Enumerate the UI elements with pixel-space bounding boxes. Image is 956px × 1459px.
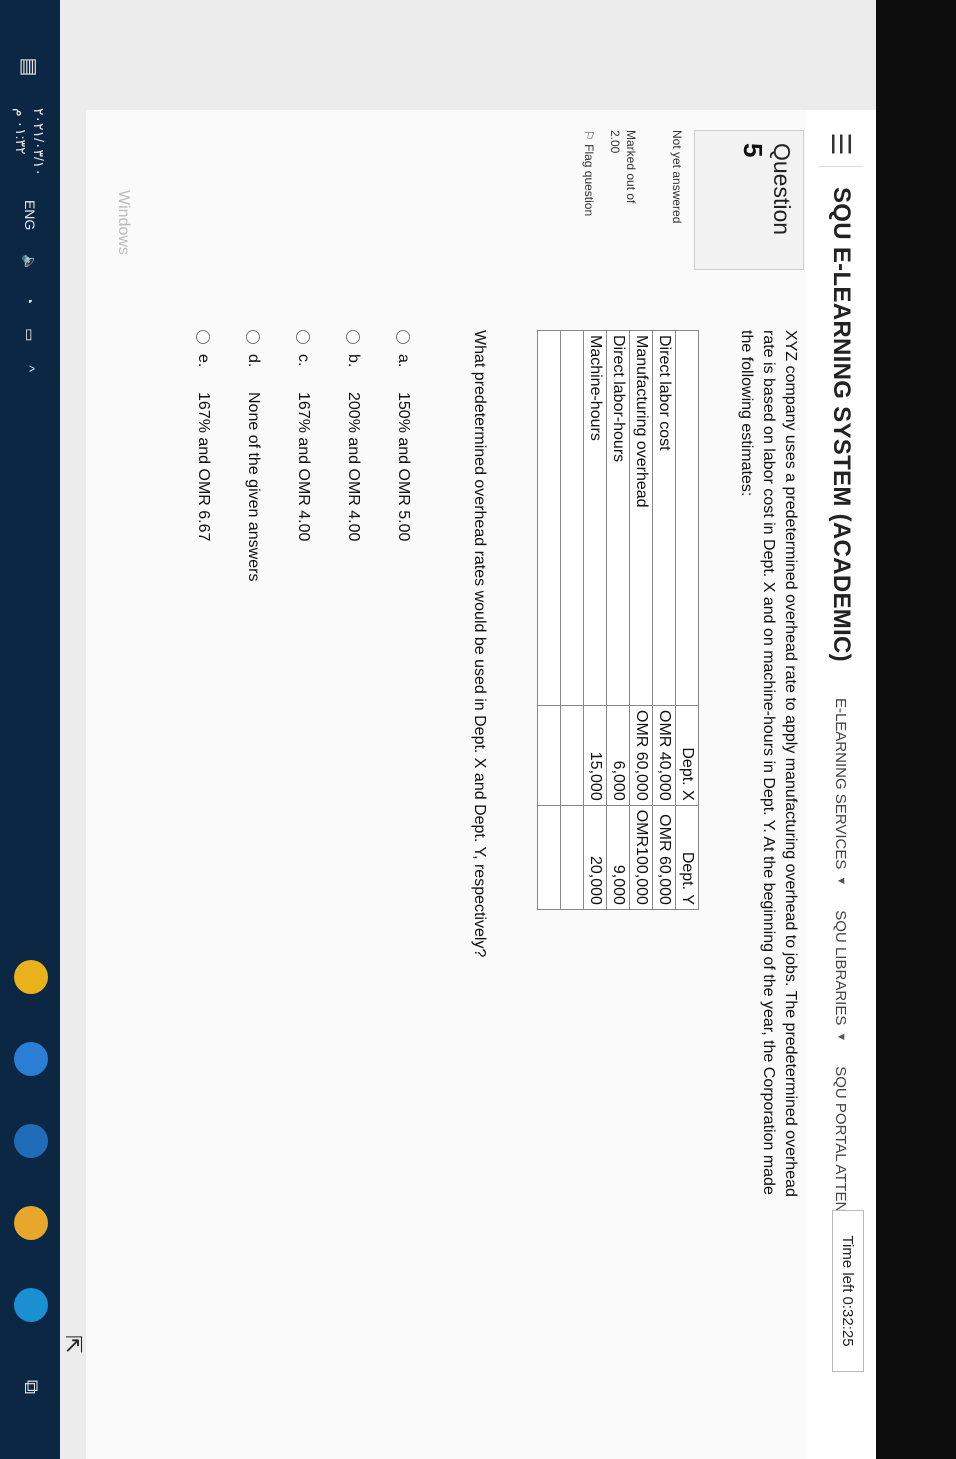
option-letter: d. [245, 354, 262, 368]
volume-icon[interactable]: 🔈 [22, 254, 39, 271]
option-letter: b. [345, 354, 362, 368]
table-row: Manufacturing overhead OMR 60,000 OMR100… [629, 330, 653, 910]
option-text: 167% and OMR 4.00 [295, 392, 312, 542]
table-cell [675, 330, 699, 706]
table-header: Dept. X [675, 705, 699, 806]
system-tray: ▤ ٢٠٢١/٠٣/١٠ ٠١:٣٢ م ENG 🔈 ◔ ▭ ^ [12, 50, 48, 372]
question-text: XYZ company uses a predetermined overhea… [738, 330, 799, 1197]
site-title[interactable]: SQU E-LEARNING SYSTEM (ACADEMIC) [827, 187, 855, 662]
radio-button[interactable] [346, 330, 360, 344]
screen-photo: ☰ SQU E-LEARNING SYSTEM (ACADEMIC) E-LEA… [0, 0, 956, 1459]
chevron-up-icon[interactable]: ^ [22, 365, 38, 372]
flag-icon: ⚐ [582, 130, 596, 141]
table-cell [560, 705, 584, 806]
table-cell: OMR100,000 [629, 805, 653, 910]
table-row: Dept. X Dept. Y [675, 330, 699, 910]
table-cell: 6,000 [606, 705, 630, 806]
table-cell: Machine-hours [583, 330, 607, 706]
table-cell: 15,000 [583, 705, 607, 806]
answer-option-e[interactable]: e. 167% and OMR 6.67 [190, 330, 216, 581]
nav-eleaning-services[interactable]: E-LEARNING SERVICES ▼ [833, 698, 850, 886]
menu-icon[interactable]: ☰ [819, 122, 863, 167]
clock: ٢٠٢١/٠٣/١٠ ٠١:٣٢ م [12, 108, 48, 176]
windows-activation-watermark: Windows [115, 190, 132, 255]
chevron-down-icon: ▼ [835, 875, 847, 887]
question-info-box: Question 5 [694, 130, 804, 270]
mouse-cursor-icon: ⇱ [61, 1335, 86, 1354]
nav-squ-libraries[interactable]: SQU LIBRARIES ▼ [833, 910, 850, 1042]
chevron-down-icon: ▼ [835, 1031, 847, 1043]
option-letter: c. [295, 354, 312, 367]
table-cell: Direct labor-hours [606, 330, 630, 706]
answer-option-a[interactable]: a. 150% and OMR 5.00 [390, 330, 416, 581]
notification-icon[interactable]: ▤ [13, 50, 47, 84]
nav-label: E-LEARNING SERVICES [832, 697, 850, 870]
table-cell: 20,000 [583, 805, 607, 910]
table-cell [537, 330, 561, 706]
marks-label: Marked out of [624, 130, 638, 204]
edge-icon[interactable] [14, 1288, 48, 1322]
radio-button[interactable] [296, 330, 310, 344]
search-icon[interactable]: ○ [14, 1452, 48, 1459]
windows-taskbar: ▤ ٢٠٢١/٠٣/١٠٠١:٣٢ م ENG 🔈 ◔ ▭ ^ ⧉ ○ [0, 0, 60, 1459]
option-letter: e. [195, 354, 212, 368]
option-letter: a. [395, 354, 412, 368]
table-cell: Direct labor cost [652, 330, 676, 706]
table-row [560, 330, 584, 910]
store-icon[interactable] [14, 1124, 48, 1158]
clock-time: ٠١:٣٢ م [13, 108, 29, 155]
table-cell: OMR 40,000 [652, 705, 676, 806]
option-text: None of the given answers [245, 392, 262, 582]
option-text: 150% and OMR 5.00 [395, 392, 412, 542]
table-cell [560, 330, 584, 706]
answer-options: a. 150% and OMR 5.00 b. 200% and OMR 4.0… [166, 330, 416, 581]
language-indicator[interactable]: ENG [22, 200, 38, 230]
radio-button[interactable] [396, 330, 410, 344]
battery-icon[interactable]: ▭ [22, 328, 39, 341]
table-cell: 9,000 [606, 805, 630, 910]
table-cell [537, 805, 561, 910]
marks-value: 2.00 [608, 130, 622, 154]
time-left: Time left 0:32:25 [832, 1210, 864, 1372]
taskbar-apps: ⧉ ○ [14, 960, 48, 1459]
option-text: 167% and OMR 6.67 [195, 392, 212, 542]
table-row [537, 330, 561, 910]
monitor-bezel [876, 0, 956, 1459]
radio-button[interactable] [246, 330, 260, 344]
question-prompt: What predetermined overhead rates would … [471, 330, 488, 958]
nav-links: E-LEARNING SERVICES ▼ SQU LIBRARIES ▼ SQU … [833, 698, 850, 1255]
table-header: Dept. Y [675, 805, 699, 910]
table-row: Direct labor cost OMR 40,000 OMR 60,000 [652, 330, 676, 910]
estimates-table: Dept. X Dept. Y Direct labor cost OMR 40… [537, 330, 699, 910]
radio-button[interactable] [196, 330, 210, 344]
answer-option-d[interactable]: d. None of the given answers [240, 330, 266, 581]
question-number: 5 [738, 143, 768, 158]
flag-label: Flag question [582, 144, 596, 217]
table-row: Machine-hours 15,000 20,000 [583, 330, 607, 910]
task-view-icon[interactable]: ⧉ [14, 1370, 48, 1404]
option-text: 200% and OMR 4.00 [345, 392, 362, 542]
question-label: Question [769, 143, 795, 236]
answer-option-b[interactable]: b. 200% and OMR 4.00 [340, 330, 366, 581]
flag-question[interactable]: ⚐ Flag question [582, 130, 596, 280]
mail-icon[interactable] [14, 1042, 48, 1076]
question-status: Not yet answered [670, 130, 684, 224]
nav-label: SQU LIBRARIES [832, 910, 850, 1026]
table-cell: Manufacturing overhead [629, 330, 653, 706]
table-cell: OMR 60,000 [652, 805, 676, 910]
answer-option-c[interactable]: c. 167% and OMR 4.00 [290, 330, 316, 581]
clock-date: ٢٠٢١/٠٣/١٠ [31, 108, 47, 176]
wifi-icon[interactable]: ◔ [22, 296, 38, 304]
table-row: Direct labor-hours 6,000 9,000 [606, 330, 630, 910]
table-cell [560, 805, 584, 910]
table-cell: OMR 60,000 [629, 705, 653, 806]
chrome-icon[interactable] [14, 960, 48, 994]
table-cell [537, 705, 561, 806]
file-explorer-icon[interactable] [14, 1206, 48, 1240]
